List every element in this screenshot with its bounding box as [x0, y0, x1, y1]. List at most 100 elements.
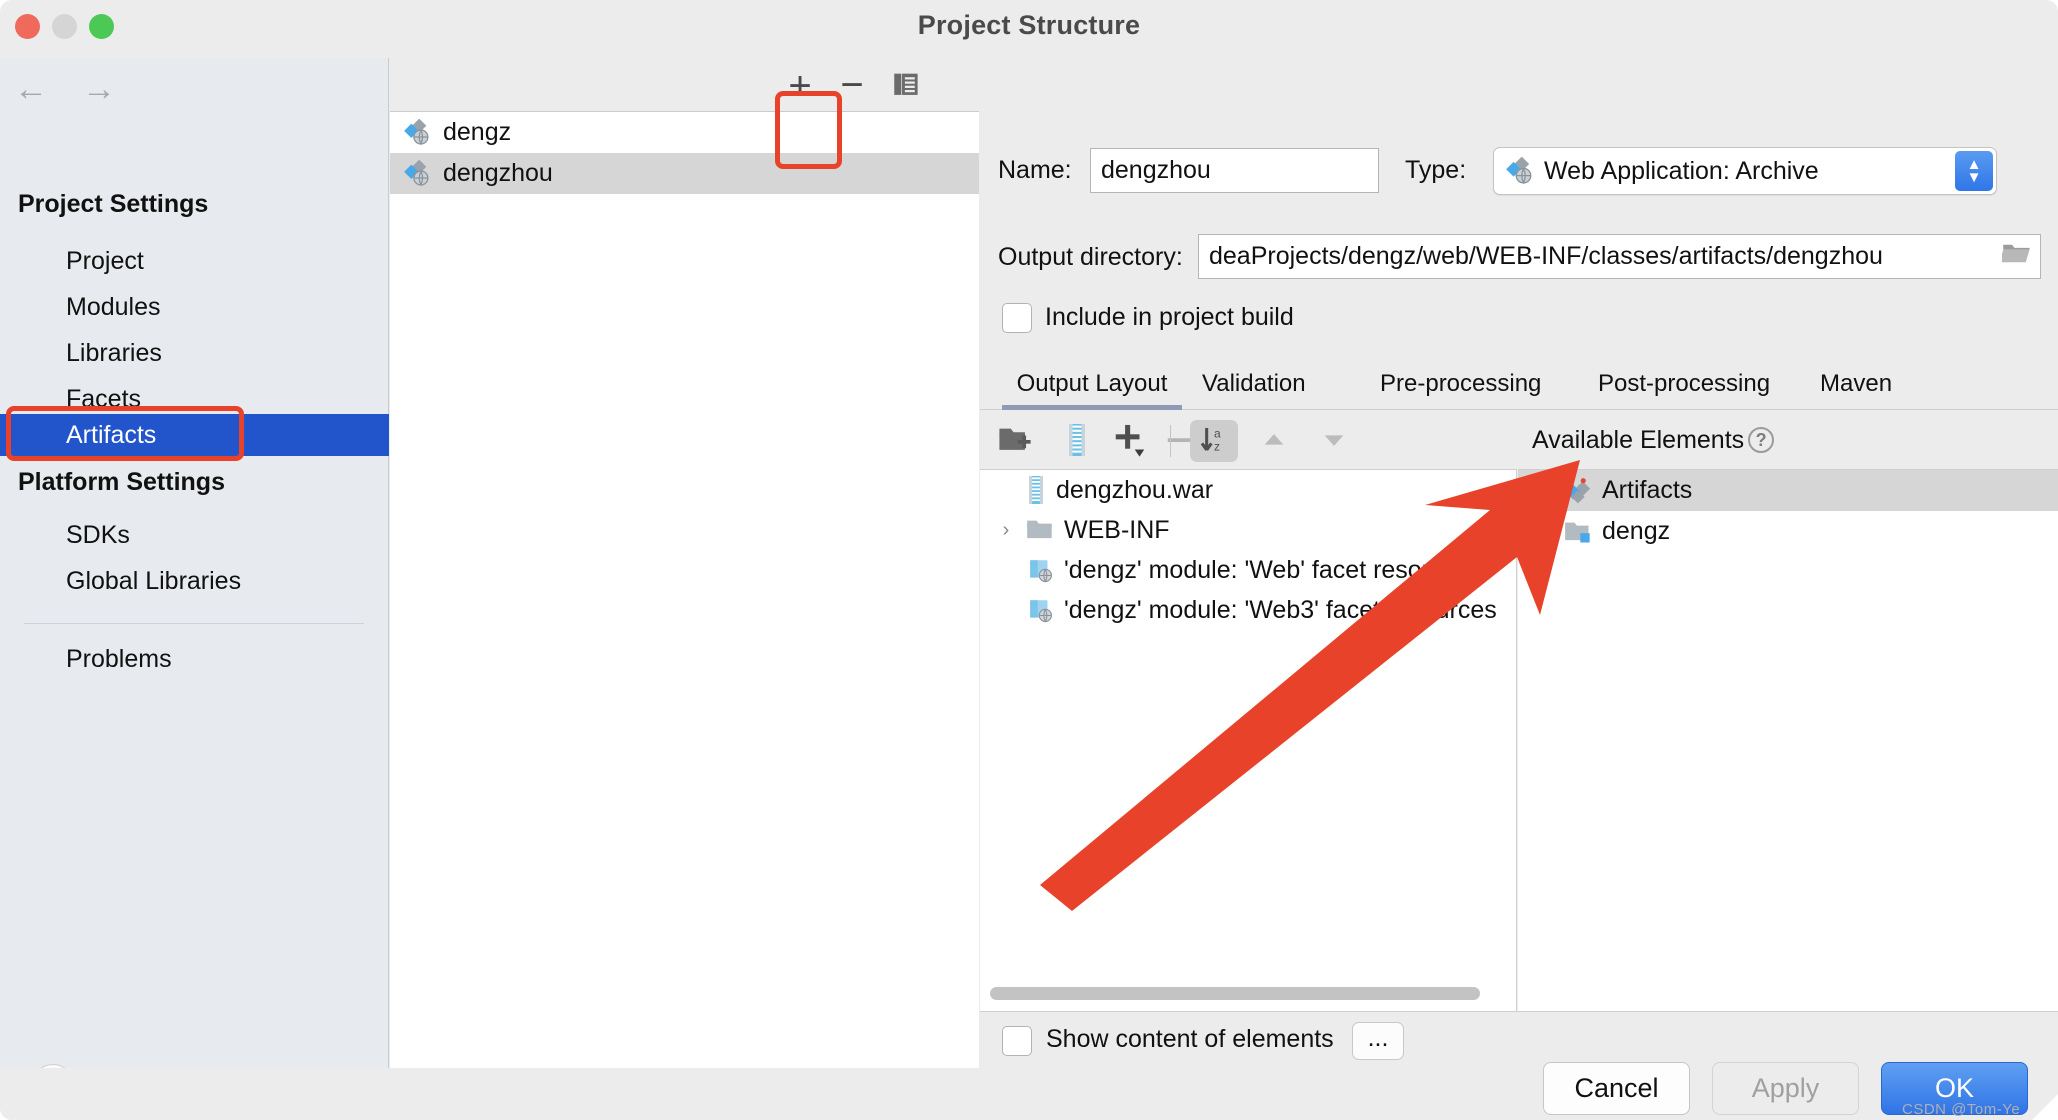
- tree-item-label: dengzhou.war: [1056, 475, 1214, 504]
- tab-maven[interactable]: Maven: [1820, 358, 1892, 410]
- sort-az-button[interactable]: a z: [1192, 421, 1236, 459]
- detail-tabs: Output Layout Validation Pre-processing …: [980, 358, 2058, 410]
- available-elements-title: Available Elements: [1532, 425, 1745, 454]
- artifacts-list: dengz dengzhou: [390, 111, 979, 1068]
- tree-item-label: Artifacts: [1602, 476, 1693, 504]
- type-value: Web Application: Archive: [1544, 156, 1819, 185]
- sidebar-group-project-settings: Project Settings: [18, 190, 209, 218]
- chevron-right-icon[interactable]: ›: [994, 519, 1018, 542]
- folder-browse-icon[interactable]: [1999, 240, 2032, 273]
- add-directory-icon: [999, 428, 1031, 450]
- chevron-right-icon[interactable]: ›: [1532, 479, 1556, 502]
- web-archive-icon: [1506, 157, 1532, 185]
- output-tree-horizontal-scrollbar[interactable]: [980, 979, 1517, 1011]
- web-archive-icon: [404, 160, 429, 187]
- tree-item-label: 'dengz' module: 'Web3' facet resources: [1064, 595, 1497, 624]
- cancel-button[interactable]: Cancel: [1543, 1062, 1690, 1115]
- name-value: dengzhou: [1101, 156, 1211, 184]
- help-circle-icon[interactable]: ?: [1748, 427, 1775, 453]
- facet-resource-icon: [1030, 560, 1052, 583]
- add-element-button[interactable]: [1106, 421, 1154, 459]
- artifact-name: dengz: [443, 118, 512, 146]
- show-content-of-elements-label: Show content of elements: [1046, 1025, 1334, 1053]
- tree-item-label: 'dengz' module: 'Web' facet resources: [1064, 555, 1483, 584]
- apply-button[interactable]: Apply: [1712, 1062, 1859, 1115]
- sidebar-item-sdks[interactable]: SDKs: [0, 514, 389, 556]
- minus-icon: −: [840, 63, 864, 107]
- sidebar-item-label: Artifacts: [66, 421, 157, 449]
- dialog-button-bar: Cancel Apply OK: [0, 1062, 2058, 1120]
- add-archive-button[interactable]: [1056, 421, 1098, 459]
- tree-row[interactable]: 'dengz' module: 'Web' facet resources: [980, 550, 1516, 590]
- output-directory-input[interactable]: deaProjects/dengz/web/WEB-INF/classes/ar…: [1198, 234, 2041, 279]
- list-item[interactable]: dengzhou: [390, 153, 979, 194]
- sidebar-item-label: Modules: [66, 293, 161, 321]
- add-archive-icon: [1069, 424, 1085, 456]
- title-bar: Project Structure: [0, 0, 2058, 58]
- tree-row[interactable]: › Artifacts: [1518, 470, 2058, 511]
- tab-label: Output Layout: [1016, 370, 1168, 397]
- scrollbar-thumb[interactable]: [990, 987, 1480, 1000]
- tab-post-processing[interactable]: Post-processing: [1598, 358, 1770, 410]
- chevron-right-icon[interactable]: ›: [1532, 520, 1556, 543]
- tree-row[interactable]: dengzhou.war: [980, 470, 1516, 510]
- sidebar-item-modules[interactable]: Modules: [0, 286, 389, 328]
- sidebar-group-platform-settings: Platform Settings: [18, 468, 225, 496]
- svg-text:a: a: [1214, 426, 1221, 440]
- facet-resource-icon: [1030, 600, 1052, 623]
- tree-row[interactable]: › WEB-INF: [980, 510, 1516, 550]
- copy-icon: [894, 73, 918, 95]
- add-plus-dropdown-icon: [1115, 424, 1145, 457]
- tree-row[interactable]: › dengz: [1518, 511, 2058, 552]
- output-directory-label: Output directory:: [998, 243, 1183, 271]
- tab-pre-processing[interactable]: Pre-processing: [1380, 358, 1541, 410]
- sidebar-item-artifacts[interactable]: Artifacts: [0, 414, 389, 456]
- watermark: CSDN @Tom-Ye: [1902, 1101, 2021, 1118]
- name-input[interactable]: dengzhou: [1090, 148, 1379, 193]
- name-label: Name:: [998, 156, 1072, 184]
- remove-artifact-button[interactable]: −: [832, 63, 872, 107]
- include-in-project-build-checkbox[interactable]: [1002, 303, 1032, 333]
- settings-sidebar: ← → Project Settings Project Modules Lib…: [0, 58, 389, 1068]
- include-in-project-build-label: Include in project build: [1045, 303, 1294, 331]
- tab-output-layout[interactable]: Output Layout: [1002, 358, 1182, 410]
- copy-artifact-button[interactable]: [887, 68, 927, 104]
- sidebar-item-label: Project: [66, 247, 144, 275]
- archive-icon: [1029, 476, 1043, 504]
- sidebar-item-problems[interactable]: Problems: [0, 638, 389, 680]
- available-elements-tree: › Artifacts › dengz: [1518, 469, 2058, 1011]
- tab-label: Maven: [1820, 370, 1893, 397]
- forward-arrow-icon[interactable]: →: [82, 72, 116, 106]
- output-layout-toolbar: a z: [980, 411, 1517, 469]
- tree-item-label: dengz: [1602, 517, 1671, 545]
- artifacts-list-panel: + − dengz dengzhou: [390, 58, 979, 1068]
- tab-label: Post-processing: [1598, 370, 1771, 397]
- more-options-button[interactable]: ...: [1352, 1022, 1404, 1060]
- sidebar-divider: [24, 623, 364, 624]
- tree-row[interactable]: 'dengz' module: 'Web3' facet resources: [980, 590, 1516, 630]
- artifacts-toolbar: + −: [390, 58, 979, 111]
- add-directory-button[interactable]: [994, 421, 1036, 459]
- artifact-detail-panel: Name: dengzhou Type: Web Application: Ar…: [980, 58, 2058, 1068]
- sidebar-item-project[interactable]: Project: [0, 240, 389, 282]
- tab-validation[interactable]: Validation: [1202, 358, 1306, 410]
- artifacts-icon: [1565, 477, 1591, 503]
- add-artifact-button[interactable]: +: [780, 64, 820, 108]
- sidebar-item-label: SDKs: [66, 521, 130, 549]
- move-up-button[interactable]: [1252, 421, 1296, 459]
- svg-text:z: z: [1214, 440, 1220, 454]
- move-up-icon: [1264, 434, 1284, 445]
- type-dropdown[interactable]: Web Application: Archive ▲ ▼: [1493, 147, 1997, 195]
- sidebar-item-global-libraries[interactable]: Global Libraries: [0, 560, 389, 602]
- sidebar-item-libraries[interactable]: Libraries: [0, 332, 389, 374]
- plus-icon: +: [788, 64, 812, 108]
- back-arrow-icon[interactable]: ←: [14, 72, 48, 106]
- tab-label: Pre-processing: [1380, 370, 1542, 397]
- list-item[interactable]: dengz: [390, 112, 979, 153]
- move-down-button[interactable]: [1312, 421, 1356, 459]
- chevron-updown-icon[interactable]: ▲ ▼: [1955, 151, 1993, 191]
- output-layout-tree: dengzhou.war › WEB-INF 'dengz' module: '…: [980, 469, 1517, 979]
- show-content-of-elements-checkbox[interactable]: [1002, 1026, 1032, 1056]
- sidebar-item-label: Global Libraries: [66, 567, 242, 595]
- sidebar-item-label: Problems: [66, 645, 172, 673]
